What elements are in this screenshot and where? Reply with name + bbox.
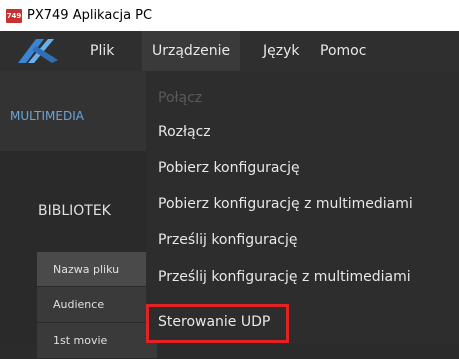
- menu-language[interactable]: Język: [253, 31, 309, 71]
- menu-file[interactable]: Plik: [80, 31, 124, 71]
- table-row[interactable]: Audience: [37, 287, 157, 323]
- menu-item-upload-config-multimedia[interactable]: Prześlij konfigurację z multimediami: [158, 269, 411, 285]
- menu-item-connect[interactable]: Połącz: [158, 90, 202, 106]
- tab-multimedia[interactable]: MULTIMEDIA: [0, 71, 146, 151]
- menu-item-disconnect[interactable]: Rozłącz: [158, 124, 211, 140]
- app-icon: 749: [6, 8, 22, 23]
- library-heading: BIBLIOTEK: [38, 203, 111, 219]
- column-header-filename[interactable]: Nazwa pliku: [37, 252, 157, 287]
- tab-multimedia-label: MULTIMEDIA: [10, 109, 84, 123]
- window-title: PX749 Aplikacja PC: [27, 8, 153, 23]
- menu-bar: Plik Urządzenie Język Pomoc: [0, 31, 459, 71]
- menu-device[interactable]: Urządzenie: [142, 31, 241, 71]
- title-bar: 749 PX749 Aplikacja PC: [0, 0, 459, 31]
- menu-item-download-config[interactable]: Pobierz konfigurację: [158, 160, 300, 176]
- menu-help[interactable]: Pomoc: [310, 31, 376, 71]
- highlight-box: [146, 304, 289, 343]
- device-menu-dropdown: Połącz Rozłącz Pobierz konfigurację Pobi…: [146, 71, 459, 343]
- table-row[interactable]: 1st movie: [37, 323, 157, 359]
- menu-item-download-config-multimedia[interactable]: Pobierz konfigurację z multimediami: [158, 196, 413, 212]
- menu-item-upload-config[interactable]: Prześlij konfigurację: [158, 232, 298, 248]
- brand-logo-icon: [14, 31, 64, 71]
